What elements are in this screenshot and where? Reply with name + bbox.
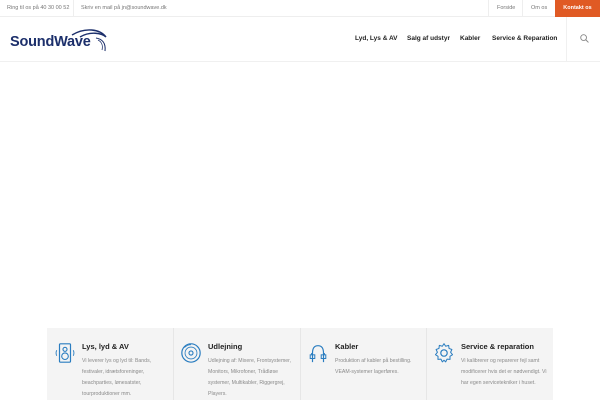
nav-item-kabler[interactable]: Kabler [460, 35, 480, 42]
service-title: Service & reparation [461, 342, 534, 351]
logo[interactable]: SoundWave [10, 25, 110, 55]
top-bar-divider [488, 0, 489, 16]
service-card[interactable]: Kabler Produktion af kabler på bestillin… [300, 328, 426, 400]
contact-button[interactable]: Kontakt os [555, 0, 600, 17]
gear-icon [434, 343, 454, 363]
logo-text: SoundWave [10, 34, 91, 50]
service-title: Kabler [335, 342, 359, 351]
service-description: Vi kalibrerer og reparerer fejl samt mod… [461, 358, 547, 386]
service-description: Udlejning af: Mixere, Frontsystemer, Mon… [208, 358, 292, 397]
record-icon [181, 343, 201, 363]
service-divider [300, 328, 301, 400]
phone-info: Ring til os på 40 30 00 52 [7, 5, 70, 11]
top-bar-divider [73, 0, 74, 16]
site-header: SoundWave Lyd, Lys & AV Salg af udstyr K… [0, 17, 600, 62]
nav-item-lyd-lys-av[interactable]: Lyd, Lys & AV [355, 35, 398, 42]
service-title: Lys, lyd & AV [82, 342, 129, 351]
service-description: Vi leverer lys og lyd til: Bands, festiv… [82, 358, 152, 397]
link-frontpage[interactable]: Forside [497, 0, 515, 16]
cable-icon [309, 345, 327, 363]
nav-item-service[interactable]: Service & Reparation [492, 35, 557, 42]
service-description: Produktion af kabler på bestilling. VEAM… [335, 358, 412, 375]
top-bar-divider [522, 0, 523, 16]
service-title: Udlejning [208, 342, 243, 351]
search-icon [580, 34, 589, 43]
service-card[interactable]: Service & reparation Vi kalibrerer og re… [426, 328, 552, 400]
speaker-icon [55, 343, 75, 363]
service-card[interactable]: Lys, lyd & AV Vi leverer lys og lyd til:… [47, 328, 173, 400]
services-strip: Lys, lyd & AV Vi leverer lys og lyd til:… [47, 328, 553, 400]
link-about[interactable]: Om os [531, 0, 547, 16]
nav-item-salg[interactable]: Salg af udstyr [407, 35, 450, 42]
service-card[interactable]: Udlejning Udlejning af: Mixere, Frontsys… [173, 328, 299, 400]
top-bar: Ring til os på 40 30 00 52 Skriv en mail… [0, 0, 600, 17]
service-divider [173, 328, 174, 400]
search-button[interactable] [566, 17, 600, 62]
email-info[interactable]: Skriv en mail på jn@soundwave.dk [81, 0, 167, 16]
service-divider [426, 328, 427, 400]
